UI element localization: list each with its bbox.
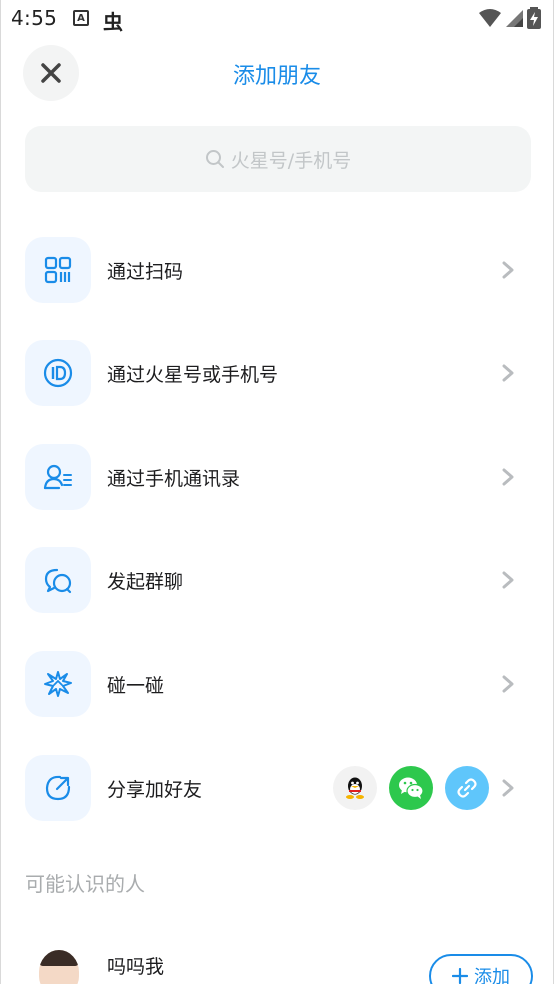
avatar <box>39 950 79 984</box>
link-share-button[interactable] <box>445 766 489 810</box>
menu-icon-box <box>25 651 91 717</box>
menu-item-contacts[interactable]: 通过手机通讯录 <box>25 444 531 510</box>
person-name: 吗吗我 <box>107 956 165 978</box>
menu-item-group-chat[interactable]: 发起群聊 <box>25 547 531 613</box>
menu-label: 通过火星号或手机号 <box>107 363 279 386</box>
qq-icon <box>346 777 364 799</box>
share-icon <box>45 775 71 801</box>
group-chat-icon <box>44 568 72 594</box>
menu-label: 通过扫码 <box>107 260 184 283</box>
status-bar: 4:55 A 虫 <box>1 0 553 36</box>
menu-item-scan[interactable]: 通过扫码 <box>25 237 531 303</box>
add-friend-button[interactable]: 添加 <box>429 954 533 984</box>
chevron-right-icon <box>499 571 517 589</box>
qr-code-icon <box>44 256 72 284</box>
search-input[interactable]: 火星号/手机号 <box>25 126 531 192</box>
bump-icon <box>44 671 72 697</box>
chevron-right-icon <box>499 675 517 693</box>
menu-icon-box <box>25 755 91 821</box>
share-targets <box>333 766 489 810</box>
notification-a-icon: A <box>73 10 89 26</box>
menu-label: 分享加好友 <box>107 778 203 801</box>
status-time: 4:55 <box>11 6 58 30</box>
avatar-hair <box>39 950 79 966</box>
signal-icon <box>506 10 523 27</box>
chevron-right-icon <box>499 468 517 486</box>
qq-share-button[interactable] <box>333 766 377 810</box>
id-icon <box>43 358 73 388</box>
menu-icon-box <box>25 237 91 303</box>
wifi-icon <box>479 9 501 27</box>
menu-label: 发起群聊 <box>107 570 184 593</box>
notification-bug-icon: 虫 <box>103 10 123 34</box>
menu-item-share[interactable]: 分享加好友 <box>25 755 531 821</box>
menu-item-bump[interactable]: 碰一碰 <box>25 651 531 717</box>
page-title: 添加朋友 <box>232 64 321 89</box>
menu-item-id-or-phone[interactable]: 通过火星号或手机号 <box>25 340 531 406</box>
search-icon <box>205 150 224 168</box>
menu-icon-box <box>25 444 91 510</box>
chevron-right-icon <box>499 261 517 279</box>
add-button-label: 添加 <box>474 967 510 984</box>
menu-label: 通过手机通讯录 <box>107 467 241 490</box>
contacts-icon <box>43 464 72 490</box>
chevron-right-icon <box>499 779 517 797</box>
link-icon <box>457 778 477 798</box>
menu-icon-box <box>25 547 91 613</box>
wechat-share-button[interactable] <box>389 766 433 810</box>
search-placeholder: 火星号/手机号 <box>230 149 352 172</box>
menu-label: 碰一碰 <box>107 674 165 697</box>
battery-icon <box>527 7 541 29</box>
plus-icon <box>452 968 468 984</box>
suggested-person-row[interactable]: 吗吗我 添加 <box>25 940 533 984</box>
wechat-icon <box>399 777 424 799</box>
menu-icon-box <box>25 340 91 406</box>
screen: 4:55 A 虫 添加朋友 火星号/手机号 通过扫码 通过火星号或手机号 通过手… <box>0 0 554 984</box>
section-title-suggestions: 可能认识的人 <box>25 872 145 896</box>
chevron-right-icon <box>499 364 517 382</box>
status-right <box>479 7 541 29</box>
